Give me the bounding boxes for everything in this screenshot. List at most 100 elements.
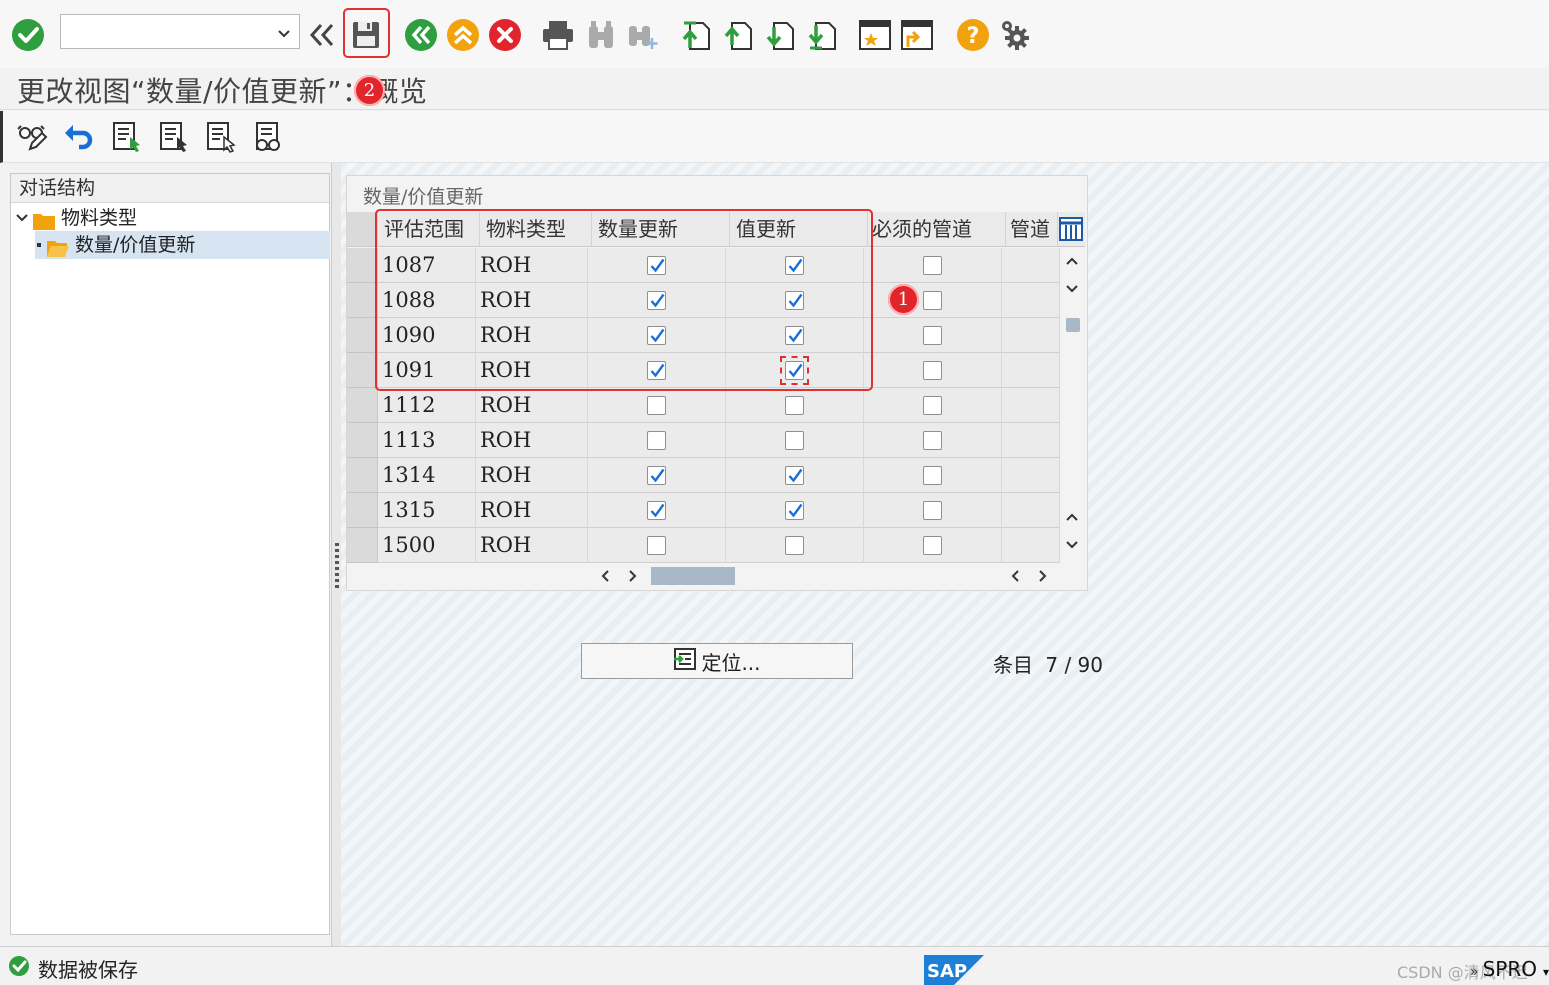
transaction-code[interactable]: » SPRO ▾: [1470, 957, 1549, 981]
find-icon[interactable]: [584, 16, 618, 54]
select-all-icon[interactable]: [251, 120, 285, 154]
qty-update-checkbox[interactable]: [647, 466, 666, 485]
material-type-cell[interactable]: ROH: [476, 528, 588, 563]
back-icon[interactable]: [404, 16, 438, 54]
row-selector[interactable]: [347, 318, 378, 353]
valuation-area-cell[interactable]: 1113: [378, 423, 476, 458]
command-input[interactable]: [61, 15, 261, 48]
pipeline-mandatory-checkbox[interactable]: [923, 291, 942, 310]
material-type-cell[interactable]: ROH: [476, 458, 588, 493]
horizontal-scroll-thumb[interactable]: [651, 567, 735, 585]
command-dropdown-icon[interactable]: [277, 25, 291, 44]
material-type-cell[interactable]: ROH: [476, 423, 588, 458]
pipeline-mandatory-checkbox[interactable]: [923, 326, 942, 345]
shortcut-icon[interactable]: [900, 16, 934, 54]
pipeline-cell[interactable]: [1002, 353, 1060, 388]
row-selector[interactable]: [347, 388, 378, 423]
valuation-area-cell[interactable]: 1314: [378, 458, 476, 493]
locate-button[interactable]: 定位...: [581, 643, 853, 679]
column-header-pipeline-mandatory[interactable]: 必须的管道: [868, 212, 1006, 247]
qty-update-checkbox[interactable]: [647, 431, 666, 450]
scroll-right-icon[interactable]: [622, 565, 644, 587]
command-field[interactable]: [60, 14, 300, 49]
scroll-right-end-icon[interactable]: [1032, 565, 1054, 587]
undo-icon[interactable]: [62, 120, 96, 154]
pipeline-mandatory-checkbox[interactable]: [923, 361, 942, 380]
panel-splitter[interactable]: [331, 163, 341, 946]
pipeline-cell[interactable]: [1002, 423, 1060, 458]
display-change-icon[interactable]: [15, 120, 49, 154]
pipeline-mandatory-checkbox[interactable]: [923, 536, 942, 555]
value-update-checkbox[interactable]: [785, 466, 804, 485]
first-page-icon[interactable]: [680, 16, 714, 54]
scroll-down-icon[interactable]: [1061, 278, 1083, 300]
scroll-left-icon[interactable]: [594, 565, 616, 587]
pipeline-mandatory-checkbox[interactable]: [923, 256, 942, 275]
status-dropdown-icon[interactable]: ▾: [1543, 965, 1549, 979]
row-selector[interactable]: [347, 423, 378, 458]
qty-update-checkbox[interactable]: [647, 396, 666, 415]
status-expand-icon[interactable]: »: [1470, 964, 1479, 980]
last-page-icon[interactable]: [806, 16, 840, 54]
pipeline-mandatory-checkbox[interactable]: [923, 396, 942, 415]
chevron-down-icon[interactable]: [15, 211, 29, 225]
material-type-cell[interactable]: ROH: [476, 493, 588, 528]
valuation-area-cell[interactable]: 1500: [378, 528, 476, 563]
pipeline-mandatory-checkbox[interactable]: [923, 501, 942, 520]
pipeline-cell[interactable]: [1002, 248, 1060, 283]
pipeline-cell[interactable]: [1002, 388, 1060, 423]
pipeline-cell[interactable]: [1002, 283, 1060, 318]
pipeline-cell[interactable]: [1002, 528, 1060, 563]
horizontal-scrollbar[interactable]: [592, 562, 1060, 590]
pipeline-mandatory-checkbox[interactable]: [923, 431, 942, 450]
pipeline-cell[interactable]: [1002, 458, 1060, 493]
valuation-area-cell[interactable]: 1315: [378, 493, 476, 528]
scroll-thumb[interactable]: [1066, 318, 1080, 332]
tree-item-material-type[interactable]: 物料类型: [15, 204, 137, 232]
scroll-left-end-icon[interactable]: [1004, 565, 1026, 587]
row-selector[interactable]: [347, 493, 378, 528]
valuation-area-cell[interactable]: 1112: [378, 388, 476, 423]
value-update-checkbox[interactable]: [785, 536, 804, 555]
splitter-grip-icon[interactable]: [335, 543, 339, 589]
entry-separator: /: [1058, 653, 1078, 677]
delete-icon[interactable]: [204, 120, 238, 154]
value-update-checkbox[interactable]: [785, 431, 804, 450]
pipeline-mandatory-checkbox[interactable]: [923, 466, 942, 485]
row-selector[interactable]: [347, 458, 378, 493]
new-entries-icon[interactable]: [110, 120, 144, 154]
new-session-icon[interactable]: [858, 16, 892, 54]
vertical-scrollbar[interactable]: [1061, 248, 1083, 562]
column-header-pipeline[interactable]: 管道: [1006, 212, 1058, 247]
scroll-up-icon[interactable]: [1061, 250, 1083, 272]
select-all-rows-header[interactable]: [347, 212, 378, 247]
value-update-checkbox[interactable]: [785, 396, 804, 415]
settings-icon[interactable]: [998, 16, 1032, 54]
row-selector[interactable]: [347, 283, 378, 318]
tree-item-qty-value-update[interactable]: 数量/价值更新: [35, 231, 330, 259]
exit-icon[interactable]: [446, 16, 480, 54]
copy-as-icon[interactable]: [157, 120, 191, 154]
help-icon[interactable]: ?: [956, 16, 990, 54]
qty-update-checkbox[interactable]: [647, 501, 666, 520]
pipeline-cell[interactable]: [1002, 318, 1060, 353]
column-settings-icon[interactable]: [1058, 212, 1085, 247]
pipeline-cell[interactable]: [1002, 493, 1060, 528]
value-update-checkbox[interactable]: [785, 501, 804, 520]
find-next-icon[interactable]: [626, 16, 660, 54]
scroll-page-down-icon[interactable]: [1061, 534, 1083, 556]
back-double-chevron-icon[interactable]: [305, 16, 339, 54]
previous-page-icon[interactable]: [722, 16, 756, 54]
row-selector[interactable]: [347, 353, 378, 388]
scroll-page-up-icon[interactable]: [1061, 506, 1083, 528]
print-icon[interactable]: [541, 16, 575, 54]
qty-update-checkbox[interactable]: [647, 536, 666, 555]
row-selector[interactable]: [347, 248, 378, 283]
enter-icon[interactable]: [11, 16, 45, 54]
cancel-icon[interactable]: [488, 16, 522, 54]
next-page-icon[interactable]: [764, 16, 798, 54]
table-control: 数量/价值更新 评估范围 物料类型 数量更新 值更新 必须的管道 管道 1087…: [346, 175, 1088, 591]
row-selector[interactable]: [347, 528, 378, 563]
value-update-cell: [726, 493, 864, 528]
material-type-cell[interactable]: ROH: [476, 388, 588, 423]
